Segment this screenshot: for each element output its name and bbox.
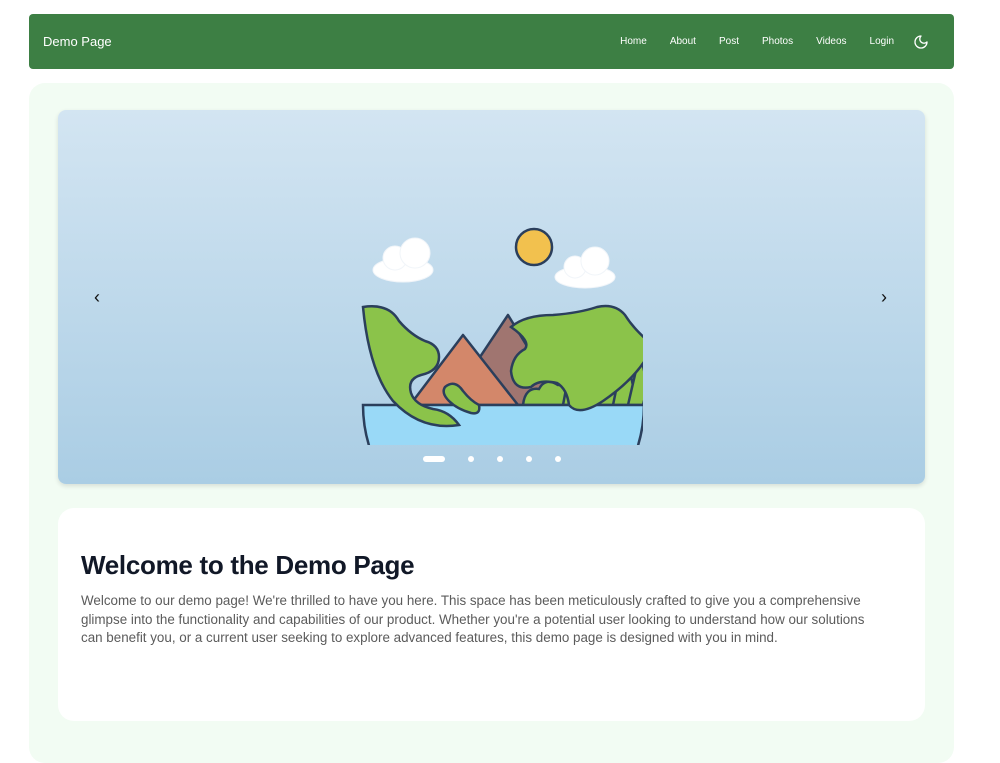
nav-links: Home About Post Photos Videos Login xyxy=(620,33,930,51)
moon-icon[interactable] xyxy=(912,33,930,51)
nav-link-login[interactable]: Login xyxy=(870,36,894,47)
image-carousel: ‹ › xyxy=(58,110,925,484)
carousel-indicators xyxy=(423,455,561,463)
cloud-right xyxy=(554,246,616,289)
carousel-indicator-4[interactable] xyxy=(526,456,532,462)
nav-link-home[interactable]: Home xyxy=(620,36,647,47)
nav-link-post[interactable]: Post xyxy=(719,36,739,47)
carousel-indicator-5[interactable] xyxy=(555,456,561,462)
chevron-left-icon[interactable]: ‹ xyxy=(85,285,109,309)
earth-landscape-illustration xyxy=(361,227,643,445)
nav-link-videos[interactable]: Videos xyxy=(816,36,846,47)
main-container: ‹ › Welcome to the Demo Page Welcome to … xyxy=(29,83,954,763)
page-title: Welcome to the Demo Page xyxy=(81,550,415,580)
nav-link-photos[interactable]: Photos xyxy=(762,36,793,47)
carousel-indicator-2[interactable] xyxy=(468,456,474,462)
nav-link-about[interactable]: About xyxy=(670,36,696,47)
carousel-indicator-3[interactable] xyxy=(497,456,503,462)
chevron-right-icon[interactable]: › xyxy=(872,285,896,309)
carousel-indicator-1[interactable] xyxy=(423,456,445,462)
sun xyxy=(514,227,554,267)
brand-link[interactable]: Demo Page xyxy=(43,34,112,49)
welcome-text: Welcome to our demo page! We're thrilled… xyxy=(81,593,865,645)
navbar: Demo Page Home About Post Photos Videos … xyxy=(29,14,954,69)
welcome-card: Welcome to the Demo Page Welcome to our … xyxy=(58,508,925,721)
cloud-left xyxy=(372,237,434,283)
